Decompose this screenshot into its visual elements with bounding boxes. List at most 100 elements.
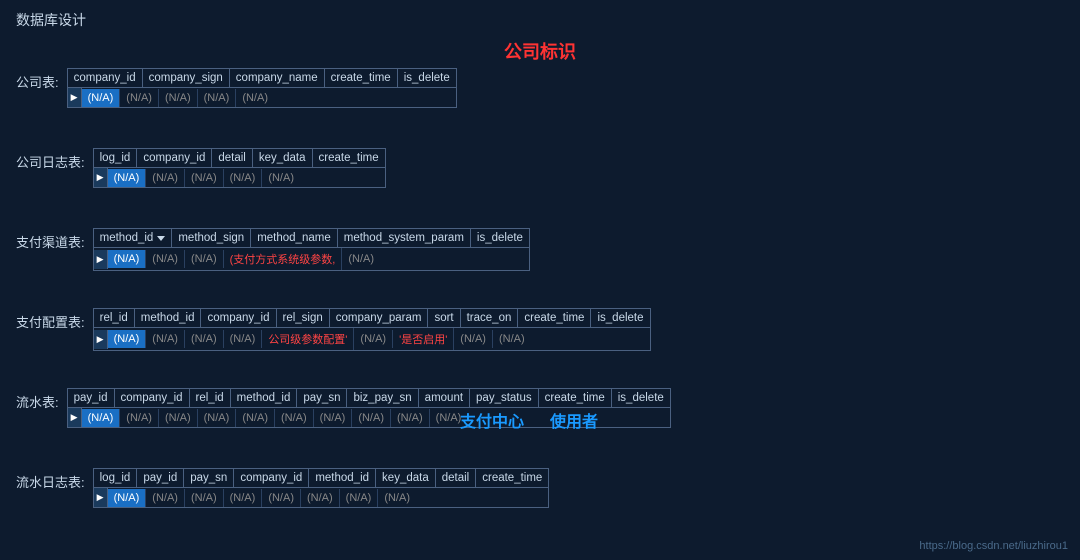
table-section-pay_method: 支付渠道表: method_idmethod_signmethod_namemet… (16, 228, 530, 271)
col-header-pay_flow-6: amount (419, 389, 470, 407)
col-header-company-1: company_sign (143, 69, 230, 87)
db-table-company: company_idcompany_signcompany_namecreate… (67, 68, 457, 108)
table-section-company_log: 公司日志表: log_idcompany_iddetailkey_datacrea… (16, 148, 386, 188)
col-header-pay_flow-7: pay_status (470, 389, 539, 407)
cell-company-1: (N/A) (120, 89, 159, 107)
cell-pay_flow_log-0: (N/A) (108, 489, 147, 507)
col-header-company_log-1: company_id (137, 149, 212, 167)
col-header-pay_config-7: create_time (518, 309, 591, 327)
col-header-company_log-0: log_id (94, 149, 138, 167)
db-table-company_log: log_idcompany_iddetailkey_datacreate_tim… (93, 148, 386, 188)
cell-pay_flow-8: (N/A) (391, 409, 430, 427)
cell-pay_flow-5: (N/A) (275, 409, 314, 427)
col-header-pay_config-2: company_id (201, 309, 276, 327)
col-header-pay_method-2: method_name (251, 229, 338, 247)
cell-company_log-4: (N/A) (262, 169, 300, 187)
col-header-pay_config-4: company_param (330, 309, 429, 327)
cell-pay_config-3: (N/A) (224, 330, 263, 348)
table-section-pay_flow_log: 流水日志表: log_idpay_idpay_sncompany_idmethod… (16, 468, 549, 508)
col-header-pay_flow_log-2: pay_sn (184, 469, 234, 487)
col-header-pay_flow-0: pay_id (68, 389, 115, 407)
watermark: https://blog.csdn.net/liuzhirou1 (919, 540, 1068, 552)
row-indicator-icon: ▶ (94, 250, 108, 269)
col-header-pay_config-0: rel_id (94, 309, 135, 327)
col-header-company-2: company_name (230, 69, 325, 87)
cell-pay_flow-4: (N/A) (236, 409, 275, 427)
row-indicator-icon: ▶ (68, 408, 82, 427)
cell-company-2: (N/A) (159, 89, 198, 107)
cell-company-4: (N/A) (236, 89, 274, 107)
col-header-pay_flow_log-1: pay_id (137, 469, 184, 487)
cell-pay_flow_log-3: (N/A) (224, 489, 263, 507)
cell-pay_config-0: (N/A) (108, 330, 147, 348)
overlay-user: 使用者 (550, 408, 598, 432)
section-label-pay_method: 支付渠道表: (16, 228, 85, 251)
table-section-company: 公司表: company_idcompany_signcompany_namecr… (16, 68, 457, 108)
cell-pay_config-4: 公司级参数配置' (262, 328, 354, 350)
cell-company_log-3: (N/A) (224, 169, 263, 187)
db-table-pay_flow_log: log_idpay_idpay_sncompany_idmethod_idkey… (93, 468, 550, 508)
cell-pay_flow_log-5: (N/A) (301, 489, 340, 507)
cell-pay_flow-7: (N/A) (352, 409, 391, 427)
col-header-pay_flow-9: is_delete (612, 389, 670, 407)
col-header-company-3: create_time (325, 69, 398, 87)
col-header-company_log-4: create_time (313, 149, 385, 167)
col-header-pay_flow-1: company_id (115, 389, 190, 407)
cell-pay_method-0: (N/A) (108, 250, 147, 268)
col-header-pay_flow-8: create_time (539, 389, 612, 407)
table-row-pay_method: ▶(N/A)(N/A)(N/A)(支付方式系统级参数,(N/A) (94, 248, 529, 270)
cell-pay_method-2: (N/A) (185, 250, 224, 268)
table-row-company: ▶(N/A)(N/A)(N/A)(N/A)(N/A) (68, 88, 456, 107)
cell-company_log-2: (N/A) (185, 169, 224, 187)
col-header-pay_flow-2: rel_id (190, 389, 231, 407)
cell-pay_config-7: (N/A) (454, 330, 493, 348)
col-header-pay_flow_log-6: detail (436, 469, 477, 487)
col-header-pay_flow-5: biz_pay_sn (347, 389, 418, 407)
page-title: 数据库设计 (16, 10, 86, 30)
dropdown-arrow-icon (157, 236, 165, 241)
cell-pay_config-8: (N/A) (493, 330, 531, 348)
col-header-pay_flow_log-4: method_id (309, 469, 376, 487)
cell-pay_flow-6: (N/A) (314, 409, 353, 427)
cell-pay_config-6: '是否启用' (393, 328, 454, 350)
section-label-pay_flow_log: 流水日志表: (16, 468, 85, 491)
col-header-pay_method-3: method_system_param (338, 229, 471, 247)
cell-company-0: (N/A) (82, 89, 121, 107)
col-header-pay_method-1: method_sign (172, 229, 251, 247)
col-header-pay_flow_log-3: company_id (234, 469, 309, 487)
section-label-company: 公司表: (16, 68, 59, 91)
col-header-pay_method-0: method_id (94, 229, 173, 247)
cell-pay_flow_log-1: (N/A) (146, 489, 185, 507)
col-header-pay_config-6: trace_on (461, 309, 519, 327)
cell-pay_flow-2: (N/A) (159, 409, 198, 427)
col-header-pay_flow_log-0: log_id (94, 469, 138, 487)
col-header-company-0: company_id (68, 69, 143, 87)
col-header-pay_config-5: sort (428, 309, 460, 327)
col-header-pay_flow-3: method_id (231, 389, 298, 407)
cell-pay_flow-1: (N/A) (120, 409, 159, 427)
col-header-pay_config-8: is_delete (591, 309, 649, 327)
col-header-pay_flow-4: pay_sn (297, 389, 347, 407)
row-indicator-icon: ▶ (94, 168, 108, 187)
row-indicator-icon: ▶ (94, 488, 108, 507)
table-row-pay_config: ▶(N/A)(N/A)(N/A)(N/A)公司级参数配置'(N/A)'是否启用'… (94, 328, 650, 350)
cell-pay_method-1: (N/A) (146, 250, 185, 268)
row-indicator-icon: ▶ (94, 330, 108, 349)
col-header-pay_config-1: method_id (135, 309, 202, 327)
col-header-company_log-3: key_data (253, 149, 313, 167)
cell-company_log-1: (N/A) (146, 169, 185, 187)
cell-pay_config-1: (N/A) (146, 330, 185, 348)
cell-pay_method-3: (支付方式系统级参数, (224, 248, 343, 270)
row-indicator-icon: ▶ (68, 88, 82, 107)
cell-pay_flow_log-7: (N/A) (378, 489, 416, 507)
section-label-pay_flow: 流水表: (16, 388, 59, 411)
center-label: 公司标识 (0, 38, 1080, 64)
table-row-pay_flow_log: ▶(N/A)(N/A)(N/A)(N/A)(N/A)(N/A)(N/A)(N/A… (94, 488, 549, 507)
cell-company-3: (N/A) (198, 89, 237, 107)
db-table-pay_config: rel_idmethod_idcompany_idrel_signcompany… (93, 308, 651, 351)
cell-pay_method-4: (N/A) (342, 250, 380, 268)
section-label-company_log: 公司日志表: (16, 148, 85, 171)
col-header-pay_config-3: rel_sign (277, 309, 330, 327)
cell-pay_flow-3: (N/A) (198, 409, 237, 427)
cell-pay_config-5: (N/A) (354, 330, 393, 348)
